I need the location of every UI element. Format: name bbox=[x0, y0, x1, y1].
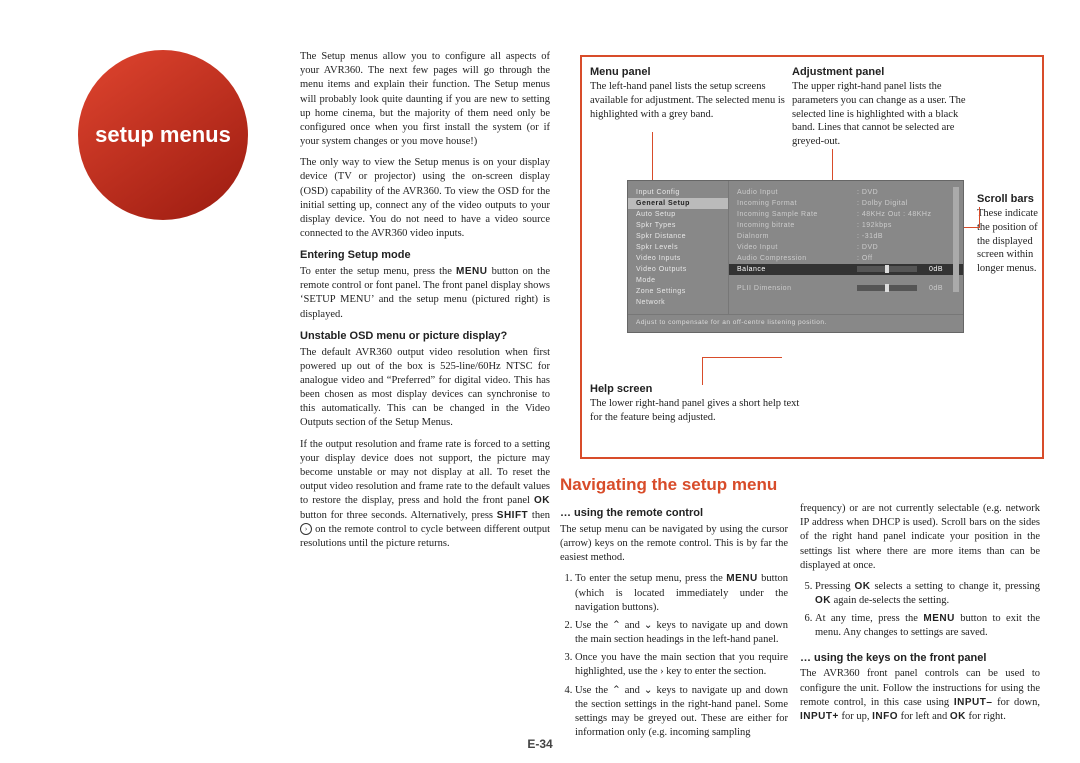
osd-setting-row: Balance 0dB bbox=[729, 264, 963, 275]
entering-setup-p: To enter the setup menu, press the MENU … bbox=[300, 265, 550, 322]
nav-col-right: frequency) or are not currently selectab… bbox=[800, 502, 1040, 731]
osd-setting-row: Incoming Format: Dolby Digital bbox=[729, 198, 963, 209]
diagram-callout-box: Menu panel The left-hand panel lists the… bbox=[580, 55, 1044, 459]
unstable-p1: The default AVR360 output video resoluti… bbox=[300, 346, 550, 431]
osd-menu-item: Video Outputs bbox=[628, 264, 728, 275]
osd-setting-row: PLII Dimension 0dB bbox=[729, 283, 963, 294]
osd-menu-item: Zone Settings bbox=[628, 286, 728, 297]
section-badge: setup menus bbox=[78, 50, 248, 220]
right-key-icon: › bbox=[300, 523, 312, 535]
label-adjustment-panel: Adjustment panel The upper right-hand pa… bbox=[792, 65, 967, 149]
heading-unstable-osd: Unstable OSD menu or picture display? bbox=[300, 329, 550, 344]
front-panel-p: The AVR360 front panel controls can be u… bbox=[800, 667, 1040, 724]
section-badge-text: setup menus bbox=[95, 122, 231, 148]
nav-right-p1: frequency) or are not currently selectab… bbox=[800, 502, 1040, 573]
osd-setting-row: Video Input: DVD bbox=[729, 242, 963, 253]
heading-remote: … using the remote control bbox=[560, 506, 788, 521]
osd-menu-panel: Input ConfigGeneral SetupAuto SetupSpkr … bbox=[628, 181, 729, 314]
osd-setting-row: Incoming Sample Rate: 48KHz Out : 48KHz bbox=[729, 209, 963, 220]
unstable-p2: If the output resolution and frame rate … bbox=[300, 438, 550, 551]
osd-menu-item: Spkr Levels bbox=[628, 242, 728, 253]
osd-adjustment-panel: Audio Input: DVDIncoming Format: Dolby D… bbox=[729, 181, 963, 314]
osd-setting-row: Audio Input: DVD bbox=[729, 187, 963, 198]
osd-menu-item: Mode bbox=[628, 275, 728, 286]
intro-p1: The Setup menus allow you to configure a… bbox=[300, 50, 550, 149]
remote-intro: The setup menu can be navigated by using… bbox=[560, 523, 788, 566]
osd-screenshot: Input ConfigGeneral SetupAuto SetupSpkr … bbox=[627, 180, 964, 333]
osd-setting-row bbox=[729, 275, 963, 283]
osd-menu-item: Network bbox=[628, 297, 728, 308]
nav-col-left: … using the remote control The setup men… bbox=[560, 502, 788, 744]
osd-setting-row: Dialnorm: -31dB bbox=[729, 231, 963, 242]
osd-menu-item: Spkr Types bbox=[628, 220, 728, 231]
heading-front-panel: … using the keys on the front panel bbox=[800, 651, 1040, 666]
osd-menu-item: Input Config bbox=[628, 187, 728, 198]
osd-scrollbar bbox=[953, 187, 959, 292]
heading-navigating: Navigating the setup menu bbox=[560, 474, 1050, 497]
heading-entering-setup: Entering Setup mode bbox=[300, 248, 550, 263]
osd-setting-row: Incoming bitrate: 192kbps bbox=[729, 220, 963, 231]
remote-steps-cont: Pressing OK selects a setting to change … bbox=[815, 580, 1040, 641]
remote-steps: To enter the setup menu, press the MENU … bbox=[575, 572, 788, 740]
label-menu-panel: Menu panel The left-hand panel lists the… bbox=[590, 65, 790, 121]
osd-menu-item: Spkr Distance bbox=[628, 231, 728, 242]
osd-menu-item: Auto Setup bbox=[628, 209, 728, 220]
osd-menu-item: General Setup bbox=[628, 198, 728, 209]
nav-section: Navigating the setup menu bbox=[560, 474, 1050, 503]
intro-p2: The only way to view the Setup menus is … bbox=[300, 156, 550, 241]
osd-help-text: Adjust to compensate for an off-centre l… bbox=[628, 314, 963, 332]
osd-menu-item: Video Inputs bbox=[628, 253, 728, 264]
col-left: The Setup menus allow you to configure a… bbox=[300, 50, 550, 558]
label-scroll-bars: Scroll bars These indicate the position … bbox=[977, 192, 1039, 276]
page: setup menus The Setup menus allow you to… bbox=[0, 0, 1080, 763]
page-number: E-34 bbox=[0, 737, 1080, 751]
label-help-screen: Help screen The lower right-hand panel g… bbox=[590, 382, 810, 425]
osd-setting-row: Audio Compression: Off bbox=[729, 253, 963, 264]
